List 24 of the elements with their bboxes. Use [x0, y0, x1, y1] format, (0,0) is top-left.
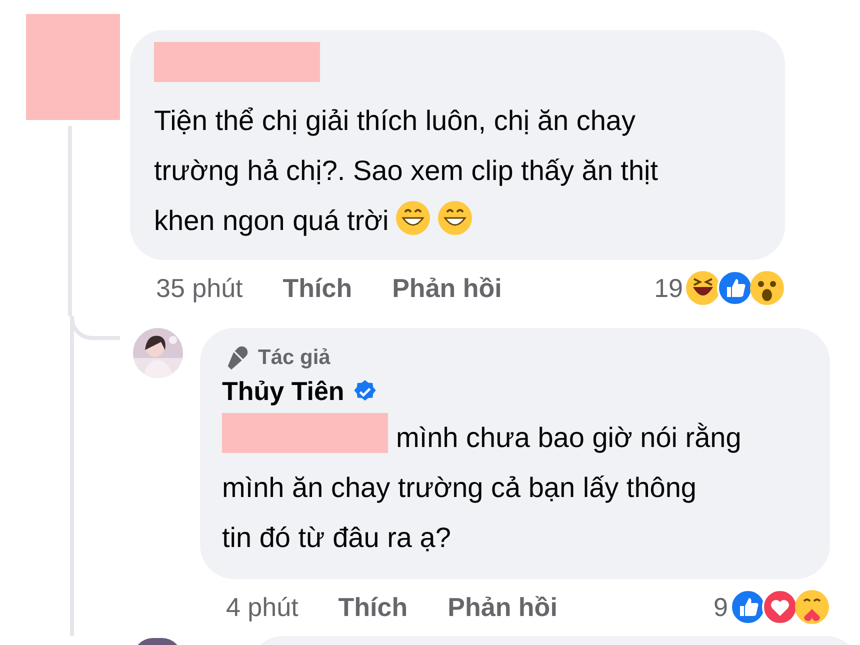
surprised-reaction-icon [749, 270, 785, 306]
laughing-reaction-icon [685, 270, 721, 306]
author-role-label: Tác giả [258, 346, 330, 370]
comment-text-line: Tiện thể chị giải thích luôn, chị ăn chay [154, 105, 636, 136]
author-name: Thủy Tiên [222, 376, 344, 407]
reaction-count: 19 [654, 272, 683, 304]
comment-text-line: mình ăn chay trường cả bạn lấy thông [222, 472, 696, 503]
comment-text-line: khen ngon quá trời [154, 205, 389, 236]
comment-text-line: tin đó từ đâu ra ạ? [222, 522, 451, 553]
reply-link[interactable]: Phản hồi [448, 592, 558, 622]
reaction-count: 9 [714, 592, 728, 622]
comment-time: 4 phút [226, 592, 298, 622]
comment-text-line: mình chưa bao giờ nói rằng [396, 422, 742, 453]
like-link[interactable]: Thích [338, 592, 408, 622]
grinning-emoji-icon [394, 200, 431, 236]
like-reaction-icon [730, 589, 766, 625]
grinning-emoji-icon [436, 200, 473, 236]
heart-reaction-icon [762, 589, 798, 625]
like-reaction-icon [717, 270, 753, 306]
comment-text-line: trường hả chị?. Sao xem clip thấy ăn thịt [154, 155, 658, 186]
comment-time: 35 phút [156, 272, 243, 304]
reply-link[interactable]: Phản hồi [392, 272, 502, 304]
hugging-reaction-icon [794, 589, 830, 625]
like-link[interactable]: Thích [282, 272, 352, 304]
